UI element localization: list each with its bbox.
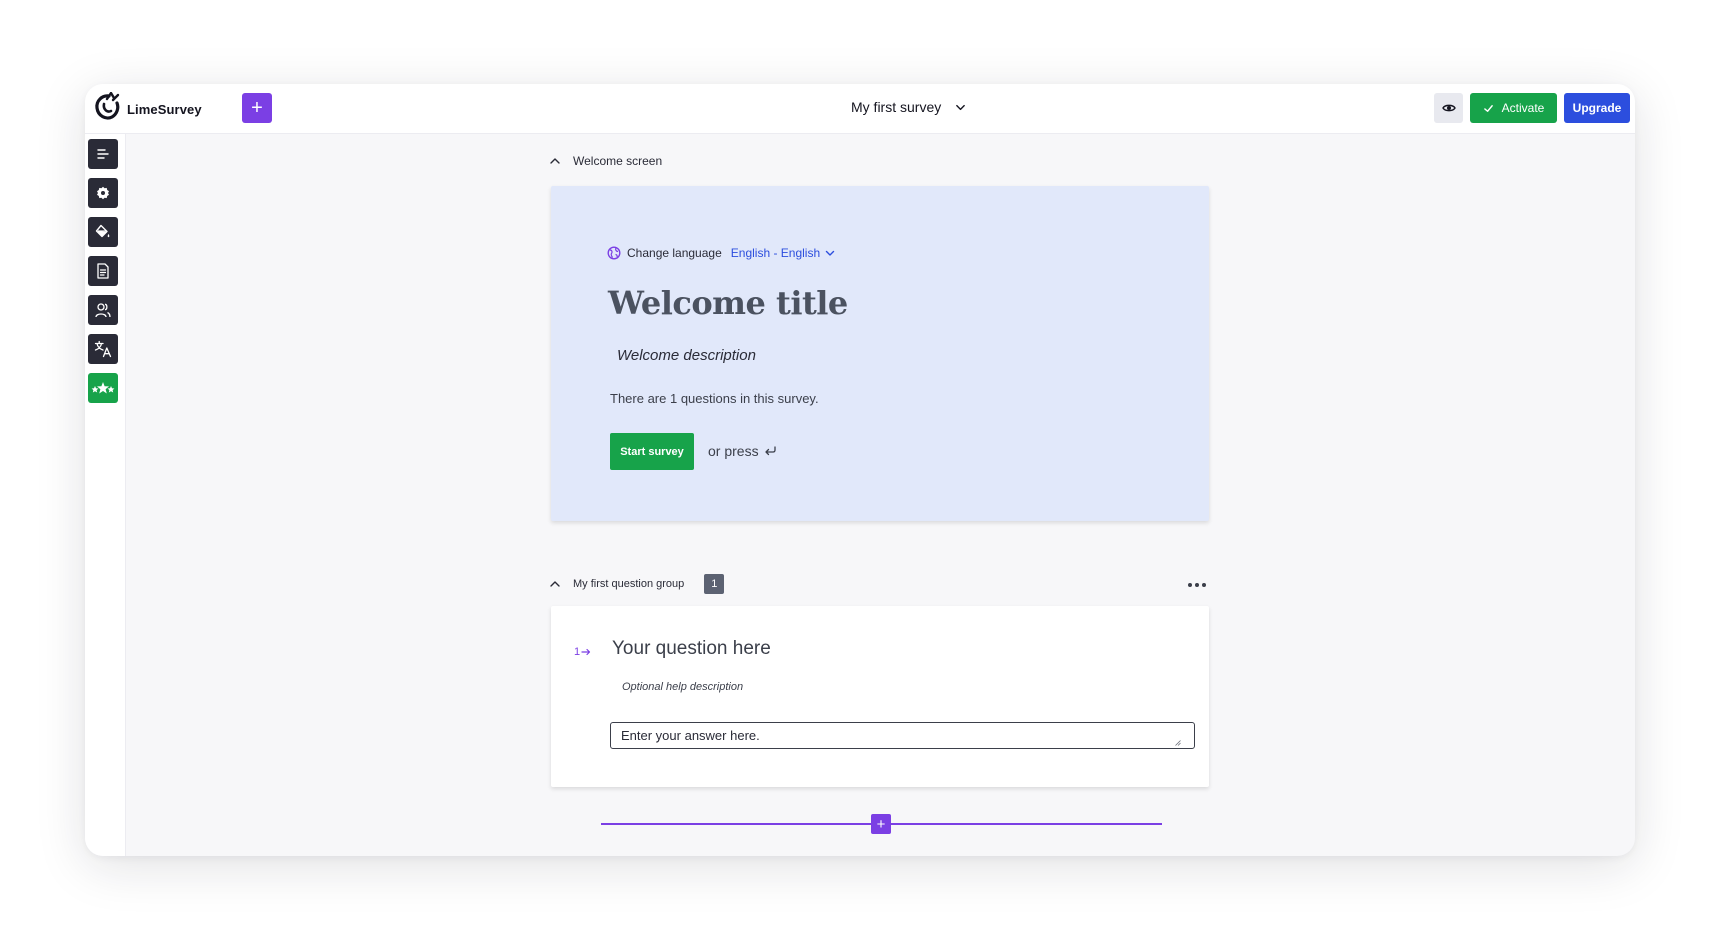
translate-icon bbox=[94, 340, 112, 358]
chevron-down-icon bbox=[956, 104, 966, 110]
question-text[interactable]: Your question here bbox=[612, 638, 771, 660]
checkmark-icon bbox=[1483, 104, 1493, 112]
question-group-header[interactable]: My first question group 1 bbox=[549, 574, 725, 594]
sidebar-item-rating[interactable] bbox=[88, 373, 118, 403]
eye-icon bbox=[1441, 104, 1456, 112]
more-options-button[interactable] bbox=[1185, 580, 1209, 590]
sidebar-item-translate[interactable] bbox=[88, 334, 118, 364]
add-button[interactable]: + bbox=[242, 93, 272, 123]
arrow-right-icon bbox=[581, 648, 591, 656]
sidebar-item-structure[interactable] bbox=[88, 139, 118, 169]
sidebar-item-participants[interactable] bbox=[88, 295, 118, 325]
sidebar-item-settings[interactable] bbox=[88, 178, 118, 208]
globe-icon bbox=[607, 246, 621, 260]
app-window: LimeSurvey + My first survey Activate Up… bbox=[85, 84, 1635, 856]
enter-key-icon bbox=[764, 446, 776, 456]
preview-button[interactable] bbox=[1434, 93, 1463, 123]
limesurvey-logo-icon bbox=[95, 92, 120, 120]
change-language-label: Change language bbox=[627, 246, 722, 260]
question-number: 1 bbox=[574, 646, 591, 658]
document-icon bbox=[97, 263, 109, 279]
welcome-description[interactable]: Welcome description bbox=[617, 347, 756, 364]
question-count-badge: 1 bbox=[704, 574, 725, 594]
activate-label: Activate bbox=[1501, 101, 1545, 115]
users-icon bbox=[95, 303, 111, 318]
dot-icon bbox=[1195, 583, 1199, 587]
language-selector: Change language English - English bbox=[607, 246, 835, 260]
sidebar-item-theme[interactable] bbox=[88, 217, 118, 247]
app-logo[interactable]: LimeSurvey bbox=[93, 92, 202, 122]
paint-bucket-icon bbox=[95, 224, 110, 238]
welcome-card[interactable]: Change language English - English Welcom… bbox=[551, 186, 1209, 521]
upgrade-button[interactable]: Upgrade bbox=[1564, 93, 1630, 123]
or-press-label: or press bbox=[708, 443, 759, 459]
list-icon bbox=[97, 149, 109, 159]
logo-text: LimeSurvey bbox=[127, 101, 202, 117]
survey-title: My first survey bbox=[851, 99, 942, 115]
question-help-text[interactable]: Optional help description bbox=[622, 681, 743, 693]
answer-input[interactable]: Enter your answer here. bbox=[610, 722, 1195, 749]
dot-icon bbox=[1188, 583, 1192, 587]
sidebar bbox=[85, 134, 126, 856]
welcome-section-header[interactable]: Welcome screen bbox=[549, 154, 662, 168]
resize-grip-icon[interactable] bbox=[1175, 740, 1181, 746]
or-press-hint: or press bbox=[708, 443, 777, 459]
welcome-title[interactable]: Welcome title bbox=[608, 284, 848, 322]
questions-count-text: There are 1 questions in this survey. bbox=[610, 391, 819, 406]
language-value: English - English bbox=[730, 246, 821, 260]
stars-icon bbox=[91, 382, 115, 394]
language-dropdown[interactable]: English - English bbox=[731, 246, 835, 260]
chevron-down-icon bbox=[825, 250, 835, 256]
chevron-up-icon bbox=[550, 581, 560, 587]
sidebar-item-document[interactable] bbox=[88, 256, 118, 286]
start-survey-button[interactable]: Start survey bbox=[610, 433, 694, 470]
add-question-button[interactable]: + bbox=[871, 814, 891, 834]
chevron-up-icon bbox=[550, 158, 560, 164]
survey-title-dropdown[interactable]: My first survey bbox=[851, 99, 966, 115]
top-bar: LimeSurvey + My first survey Activate Up… bbox=[85, 84, 1635, 134]
question-number-value: 1 bbox=[574, 646, 581, 658]
activate-button[interactable]: Activate bbox=[1470, 93, 1557, 123]
question-group-title: My first question group bbox=[573, 578, 685, 590]
dot-icon bbox=[1202, 583, 1206, 587]
gear-icon bbox=[97, 186, 109, 200]
question-card[interactable]: 1 Your question here Optional help descr… bbox=[551, 606, 1209, 787]
welcome-section-title: Welcome screen bbox=[573, 154, 663, 168]
